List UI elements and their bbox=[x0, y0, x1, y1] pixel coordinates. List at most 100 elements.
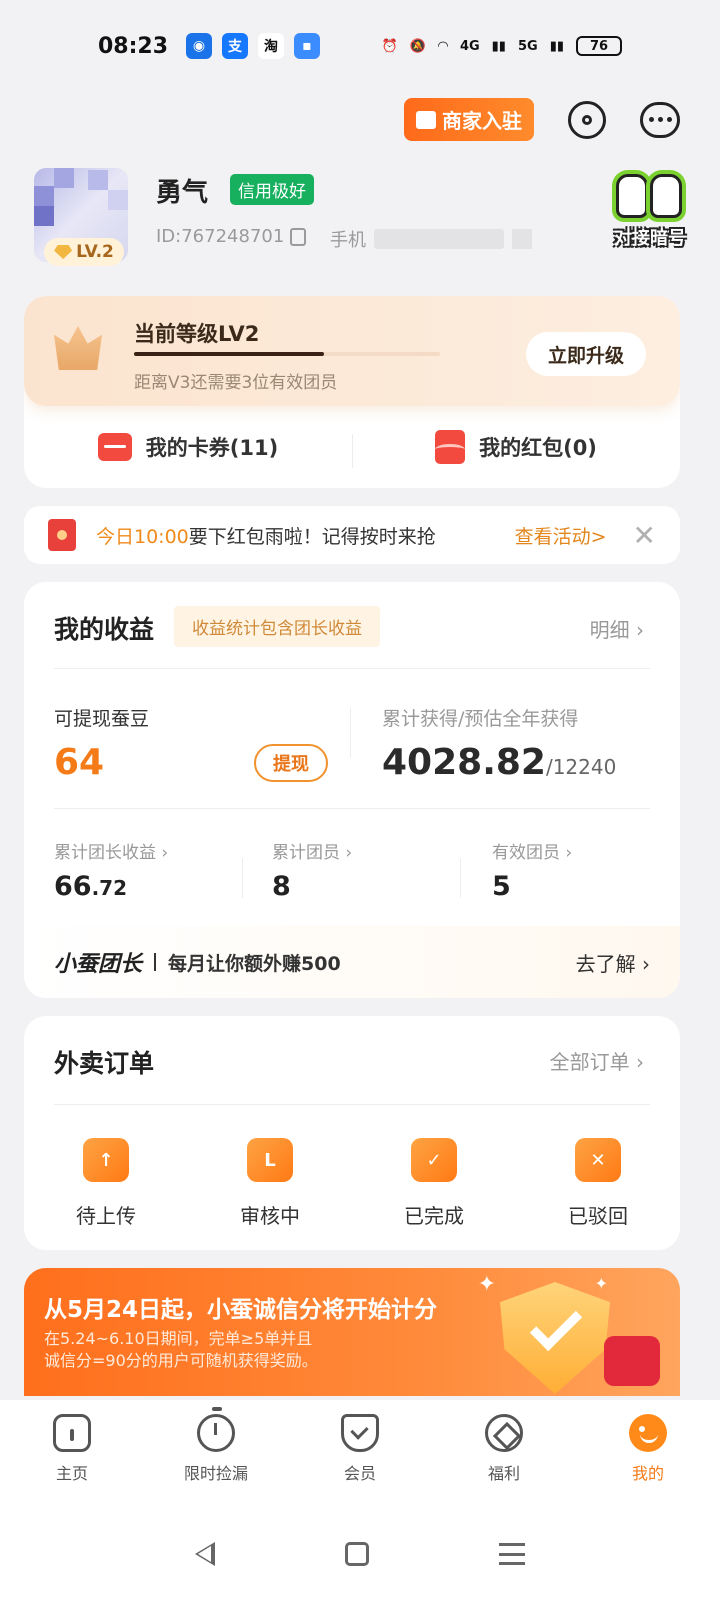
order-status-label: 审核中 bbox=[240, 1204, 300, 1228]
divider bbox=[54, 808, 650, 809]
tab-welfare[interactable]: 福利 bbox=[432, 1400, 576, 1500]
income-title: 我的收益 bbox=[54, 615, 155, 644]
user-id: ID:767248701 bbox=[156, 226, 307, 247]
level-progress-fill bbox=[134, 352, 324, 356]
wifi-icon: ◠ bbox=[437, 38, 448, 54]
level-badge: LV.2 bbox=[44, 238, 124, 266]
withdrawable-value: 64 bbox=[54, 742, 105, 783]
network-4g: 4G bbox=[459, 38, 480, 54]
notice-message: 要下红包雨啦！记得按时来抢 bbox=[188, 525, 436, 548]
phone-label: 手机 bbox=[330, 230, 366, 251]
tab-flash-deals[interactable]: 限时捡漏 bbox=[144, 1400, 288, 1500]
stat-leader-earnings[interactable]: 累计团长收益 › 66.72 bbox=[54, 838, 168, 902]
level-hint: 距离V3还需要3位有效团员 bbox=[134, 373, 338, 393]
banner-title: 从5月24日起，小蚕诚信分将开始计分 bbox=[44, 1297, 438, 1323]
phone-redacted bbox=[374, 229, 504, 249]
my-coupons-link[interactable]: 我的卡券(11) bbox=[24, 432, 352, 462]
income-detail-link[interactable]: 明细 › bbox=[590, 614, 644, 643]
order-status-label: 已驳回 bbox=[568, 1204, 628, 1228]
tab-label: 主页 bbox=[55, 1464, 88, 1483]
stat-label: 有效团员 › bbox=[492, 843, 573, 863]
stat-active-members[interactable]: 有效团员 › 5 bbox=[492, 838, 572, 902]
order-reviewing[interactable]: L 审核中 bbox=[188, 1138, 352, 1229]
banner-description: 在5.24~6.10日期间，完单≥5单并且 诚信分=90分的用户可随机获得奖励。 bbox=[44, 1329, 318, 1370]
tab-label: 限时捡漏 bbox=[183, 1464, 248, 1483]
notice-time: 今日10:00 bbox=[96, 525, 189, 548]
divider bbox=[460, 858, 461, 898]
notice-text: 今日10:00要下红包雨啦！记得按时来抢 bbox=[96, 522, 436, 549]
tab-home[interactable]: 主页 bbox=[0, 1400, 144, 1500]
system-navigation-bar bbox=[0, 1500, 720, 1608]
current-level: 当前等级LV2 bbox=[134, 322, 260, 346]
sparkle-icon: ✦ bbox=[477, 1272, 496, 1297]
tab-label: 会员 bbox=[343, 1464, 376, 1483]
network-5g: 5G bbox=[517, 38, 538, 54]
settings-icon[interactable] bbox=[568, 100, 606, 139]
order-pending-upload[interactable]: ↑ 待上传 bbox=[24, 1138, 188, 1229]
total-earnings-value: 4028.82/12240 bbox=[382, 742, 616, 783]
back-icon[interactable] bbox=[195, 1542, 215, 1566]
level-badge-text: LV.2 bbox=[76, 242, 114, 262]
stat-total-members[interactable]: 累计团员 › 8 bbox=[272, 838, 352, 902]
credit-badge: 信用极好 bbox=[230, 174, 314, 205]
withdrawable-label: 可提现蚕豆 bbox=[54, 708, 150, 730]
my-coupons-label: 我的卡券(11) bbox=[145, 436, 279, 460]
battery-icon: 76 bbox=[576, 36, 622, 56]
user-phone: 手机 bbox=[330, 226, 532, 252]
tab-membership[interactable]: 会员 bbox=[288, 1400, 432, 1500]
message-icon[interactable] bbox=[640, 101, 680, 138]
income-tag: 收益统计包含团长收益 bbox=[174, 606, 380, 647]
total-earnings-amount: 4028.82 bbox=[382, 742, 546, 783]
clock-icon: L bbox=[247, 1138, 297, 1186]
diamond-icon bbox=[54, 245, 73, 259]
merchant-join-button[interactable]: 商家入驻 bbox=[404, 98, 534, 141]
divider bbox=[54, 668, 650, 669]
secret-code-button[interactable]: 对接暗号 bbox=[602, 174, 696, 254]
red-packet-notice: 今日10:00要下红包雨啦！记得按时来抢 查看活动> ✕ bbox=[24, 506, 680, 564]
my-redpacks-link[interactable]: 我的红包(0) bbox=[352, 430, 680, 464]
status-time: 08:23 bbox=[98, 33, 169, 59]
leader-description: 每月让你额外赚500 bbox=[168, 952, 341, 975]
home-button-icon[interactable] bbox=[345, 1542, 369, 1566]
stat-value: 66.72 bbox=[54, 871, 128, 902]
income-card: 我的收益 收益统计包含团长收益 明细 › 可提现蚕豆 64 提现 累计获得/预估… bbox=[24, 582, 680, 998]
order-completed[interactable]: ✓ 已完成 bbox=[352, 1138, 516, 1229]
message-app-icon: ▪ bbox=[294, 33, 321, 59]
tab-me[interactable]: 我的 bbox=[576, 1400, 720, 1500]
recent-apps-icon[interactable] bbox=[499, 1543, 525, 1565]
learn-more-link[interactable]: 去了解 › bbox=[576, 948, 650, 977]
phone-redacted-2 bbox=[512, 229, 532, 249]
status-indicators: ⏰ 🔕 ◠ 4G ▮▮ 5G ▮▮ 76 bbox=[382, 36, 622, 56]
annual-estimate: /12240 bbox=[545, 755, 617, 779]
mute-icon: 🔕 bbox=[409, 38, 426, 54]
crown-icon bbox=[54, 326, 102, 370]
level-progress-bar bbox=[134, 352, 440, 356]
all-orders-link[interactable]: 全部订单 › bbox=[550, 1046, 644, 1075]
order-rejected[interactable]: ✕ 已驳回 bbox=[516, 1138, 680, 1229]
red-envelope-icon bbox=[48, 519, 76, 551]
close-icon[interactable]: ✕ bbox=[633, 519, 656, 552]
divider bbox=[242, 858, 243, 898]
level-banner[interactable]: 当前等级LV2 距离V3还需要3位有效团员 立即升级 bbox=[24, 296, 680, 406]
copy-icon[interactable] bbox=[290, 227, 307, 246]
my-redpacks-label: 我的红包(0) bbox=[479, 436, 597, 460]
alarm-icon: ⏰ bbox=[381, 38, 398, 54]
tab-label: 我的 bbox=[631, 1464, 664, 1483]
settings-icon-center bbox=[582, 114, 592, 125]
taobao-icon: 淘 bbox=[258, 33, 285, 59]
wallet-links: 我的卡券(11) 我的红包(0) bbox=[24, 406, 680, 488]
top-actions: 商家入驻 bbox=[404, 98, 680, 141]
alipay-icon: 支 bbox=[222, 33, 249, 59]
divider bbox=[352, 434, 353, 468]
stat-value: 8 bbox=[272, 871, 291, 902]
user-name: 勇气 bbox=[156, 178, 209, 208]
welfare-icon bbox=[485, 1414, 523, 1452]
divider bbox=[350, 708, 351, 758]
check-icon: ✓ bbox=[411, 1138, 461, 1186]
withdraw-button[interactable]: 提现 bbox=[254, 744, 328, 782]
team-leader-promo[interactable]: 小蚕团长 每月让你额外赚500 去了解 › bbox=[24, 926, 680, 998]
integrity-score-banner[interactable]: 从5月24日起，小蚕诚信分将开始计分 在5.24~6.10日期间，完单≥5单并且… bbox=[24, 1268, 680, 1396]
upgrade-button[interactable]: 立即升级 bbox=[526, 332, 646, 376]
merchant-join-label: 商家入驻 bbox=[442, 109, 522, 133]
view-activity-link[interactable]: 查看活动> bbox=[515, 522, 607, 549]
